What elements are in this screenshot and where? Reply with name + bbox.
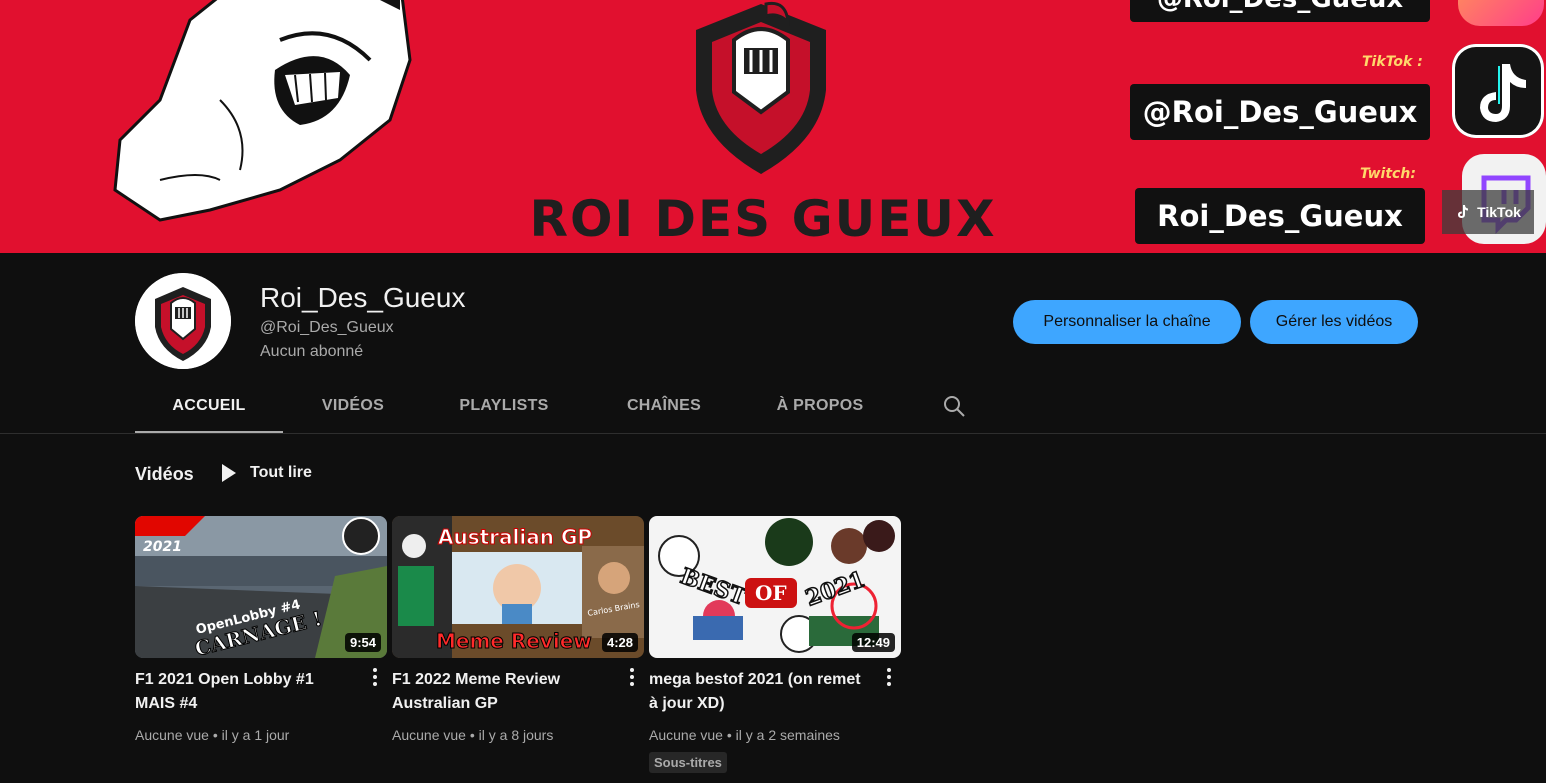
- more-options-icon[interactable]: [881, 666, 897, 688]
- tab-about[interactable]: À PROPOS: [743, 380, 897, 432]
- tabs-divider: [0, 433, 1546, 434]
- thumb-text-meme: Meme Review: [436, 629, 592, 653]
- video-views: Aucune vue: [392, 727, 466, 743]
- knight-logo: [696, 1, 826, 174]
- channel-avatar[interactable]: [135, 273, 231, 369]
- video-views: Aucune vue: [649, 727, 723, 743]
- channel-banner: ROI DES GUEUX @Roi_Des_Gueux TikTok : @R…: [0, 0, 1546, 253]
- subtitles-badge: Sous-titres: [649, 752, 727, 773]
- video-views: Aucune vue: [135, 727, 209, 743]
- banner-tiktok-handle: @Roi_Des_Gueux: [1130, 84, 1430, 140]
- video-card[interactable]: BEST OF 2021 12:49 mega bestof 2021 (on …: [649, 516, 901, 773]
- video-age: il y a 1 jour: [221, 727, 290, 743]
- video-duration: 9:54: [344, 633, 381, 652]
- subscriber-count: Aucun abonné: [260, 343, 364, 360]
- banner-tiktok-label: TikTok :: [1362, 54, 1423, 70]
- video-card[interactable]: Australian GP Carlos Brains Meme Review …: [392, 516, 644, 743]
- video-meta: Aucune vue • il y a 1 jour: [135, 727, 290, 743]
- channel-tabs: ACCUEIL VIDÉOS PLAYLISTS CHAÎNES À PROPO…: [135, 380, 1546, 434]
- tab-home[interactable]: ACCUEIL: [135, 380, 283, 434]
- banner-twitch-handle: Roi_Des_Gueux: [1135, 188, 1425, 244]
- video-title[interactable]: F1 2021 Open Lobby #1 MAIS #4: [135, 668, 357, 716]
- manage-videos-button[interactable]: Gérer les vidéos: [1250, 300, 1418, 344]
- channel-name: Roi_Des_Gueux: [260, 282, 466, 313]
- video-title[interactable]: F1 2022 Meme Review Australian GP: [392, 668, 614, 716]
- tiktok-icon: [1458, 205, 1469, 218]
- tab-playlists[interactable]: PLAYLISTS: [423, 380, 585, 432]
- banner-twitch-label: Twitch:: [1360, 166, 1416, 182]
- tiktok-chip-label: TikTok: [1477, 204, 1521, 220]
- section-title: Vidéos: [135, 464, 194, 484]
- video-meta: Aucune vue • il y a 2 semaines: [649, 727, 840, 743]
- video-thumbnail[interactable]: 2021 OpenLobby #4 CARNAGE ! 9:54: [135, 516, 387, 658]
- video-age: il y a 8 jours: [478, 727, 554, 743]
- search-icon[interactable]: [942, 394, 966, 418]
- customize-channel-button[interactable]: Personnaliser la chaîne: [1013, 300, 1241, 344]
- instagram-icon: [1458, 0, 1544, 26]
- channel-handle: @Roi_Des_Gueux: [260, 319, 394, 336]
- more-options-icon[interactable]: [624, 666, 640, 688]
- thumb-text-gp: Australian GP: [438, 525, 592, 549]
- banner-top-handle: @Roi_Des_Gueux: [1130, 0, 1430, 22]
- more-options-icon[interactable]: [367, 666, 383, 688]
- tiktok-link-chip[interactable]: TikTok: [1442, 190, 1534, 234]
- play-all-label: Tout lire: [250, 464, 312, 481]
- video-duration: 12:49: [851, 633, 895, 652]
- tab-videos[interactable]: VIDÉOS: [283, 380, 423, 432]
- video-age: il y a 2 semaines: [735, 727, 840, 743]
- video-meta: Aucune vue • il y a 8 jours: [392, 727, 554, 743]
- video-card[interactable]: 2021 OpenLobby #4 CARNAGE ! 9:54 F1 2021…: [135, 516, 387, 743]
- video-thumbnail[interactable]: Australian GP Carlos Brains Meme Review …: [392, 516, 644, 658]
- thumb-text-of: OF: [755, 581, 787, 605]
- tab-channels[interactable]: CHAÎNES: [585, 380, 743, 432]
- video-title[interactable]: mega bestof 2021 (on remet à jour XD): [649, 668, 871, 716]
- video-duration: 4:28: [601, 633, 638, 652]
- tiktok-app-icon: [1452, 44, 1544, 138]
- play-icon: [222, 464, 236, 482]
- thumb-text-year: 2021: [143, 539, 182, 555]
- play-all-button[interactable]: Tout lire: [220, 463, 312, 483]
- video-thumbnail[interactable]: BEST OF 2021 12:49: [649, 516, 901, 658]
